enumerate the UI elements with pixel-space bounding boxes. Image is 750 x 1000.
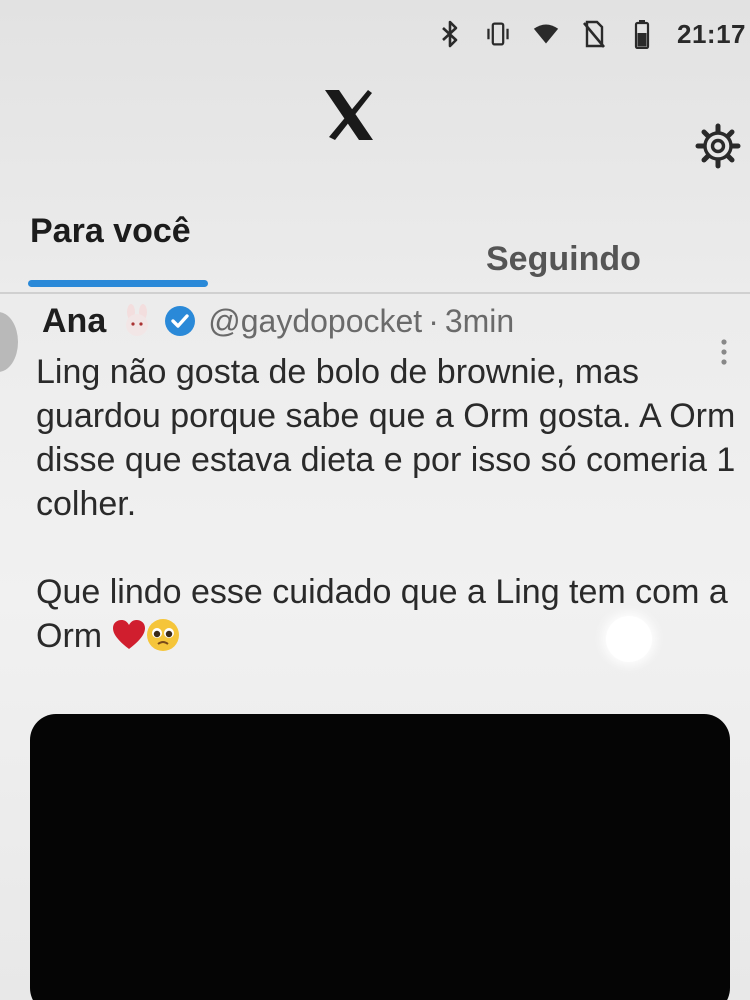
active-tab-indicator (28, 280, 208, 287)
bluetooth-icon (437, 19, 463, 49)
no-sim-icon (581, 19, 607, 49)
post-media-image[interactable] (30, 714, 730, 1000)
display-name[interactable]: Ana (42, 302, 106, 341)
bunny-emoji-icon (126, 304, 149, 336)
camera-glare (606, 616, 652, 662)
post-header: Ana @gaydopocket · 3min (42, 298, 514, 344)
status-bar: 21:17 (437, 14, 750, 54)
separator-dot: · (428, 302, 439, 339)
app-screen: 21:17 Para você Seguindo Ana @gaydopocke… (0, 0, 750, 1000)
wifi-icon (533, 19, 559, 49)
tab-following[interactable]: Seguindo (486, 240, 641, 279)
post-paragraph: Ling não gosta de bolo de brownie, mas g… (36, 353, 736, 523)
header-divider (0, 292, 750, 294)
gear-icon[interactable] (694, 122, 742, 170)
pleading-face-emoji-icon (146, 619, 179, 651)
user-handle[interactable]: @gaydopocket (208, 303, 422, 340)
status-time: 21:17 (677, 18, 746, 49)
battery-icon (629, 19, 655, 49)
post-time[interactable]: 3min (445, 303, 514, 340)
tab-for-you[interactable]: Para você (30, 212, 191, 251)
red-heart-emoji-icon (112, 620, 145, 649)
x-logo[interactable] (322, 88, 376, 142)
vibrate-icon (485, 19, 511, 49)
verified-badge-icon (165, 306, 196, 336)
post-text: Ling não gosta de bolo de brownie, mas g… (36, 350, 736, 658)
avatar[interactable] (0, 312, 18, 372)
